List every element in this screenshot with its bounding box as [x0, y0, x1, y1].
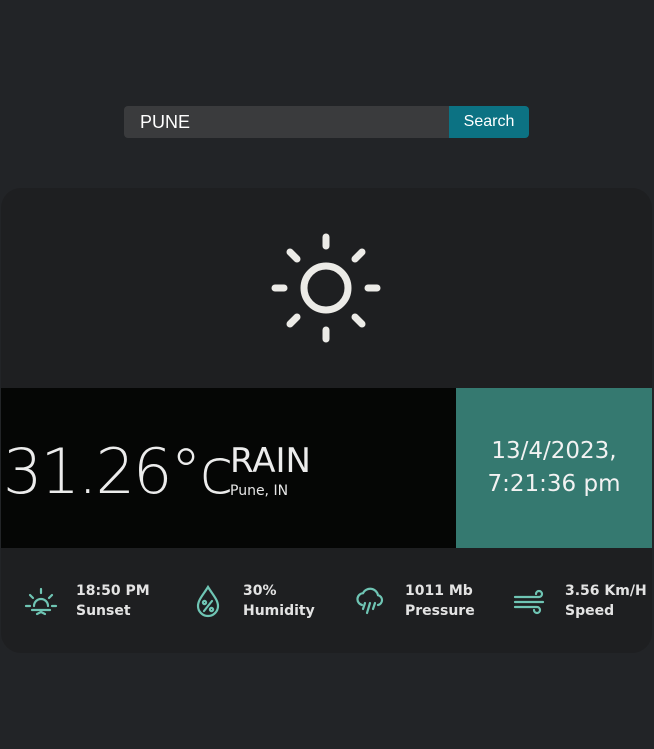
stat-sunset: 18:50 PM Sunset: [24, 548, 150, 653]
date-label: 13/4/2023,: [491, 438, 617, 464]
weather-condition: RAIN: [230, 441, 311, 481]
sun-icon: [271, 233, 381, 343]
stat-pressure: 1011 Mb Pressure: [353, 548, 475, 653]
humidity-icon: [196, 584, 220, 617]
search-input[interactable]: [124, 106, 449, 138]
search-button[interactable]: Search: [449, 106, 529, 138]
search-bar: Search: [124, 106, 529, 138]
humidity-label: Humidity: [243, 602, 315, 619]
rain-cloud-icon: [356, 587, 384, 614]
weather-info-band: 31.26°c RAIN Pune, IN 13/4/2023, 7:21:36…: [1, 388, 652, 548]
stat-wind: 3.56 Km/H Speed: [513, 548, 647, 653]
weather-card: 31.26°c RAIN Pune, IN 13/4/2023, 7:21:36…: [1, 188, 652, 653]
datetime-panel: 13/4/2023, 7:21:36 pm: [456, 388, 652, 548]
wind-icon: [513, 589, 545, 614]
pressure-value: 1011 Mb: [405, 582, 473, 599]
stat-humidity: 30% Humidity: [191, 548, 315, 653]
wind-speed-value: 3.56 Km/H: [565, 582, 647, 599]
wind-speed-label: Speed: [565, 602, 615, 619]
temperature: 31.26°c: [3, 435, 234, 508]
time-label: 7:21:36 pm: [487, 471, 621, 497]
sunset-icon: [24, 587, 58, 615]
sunset-value: 18:50 PM: [76, 582, 150, 599]
weather-app: Search 31.26°c RAIN Pune, IN 13/4/2023,: [0, 0, 654, 749]
sunset-label: Sunset: [76, 602, 131, 619]
weather-stats: 18:50 PM Sunset 30% Humidity 1011 Mb Pre…: [1, 548, 652, 653]
humidity-value: 30%: [243, 582, 277, 599]
pressure-label: Pressure: [405, 602, 475, 619]
location-label: Pune, IN: [230, 483, 289, 499]
